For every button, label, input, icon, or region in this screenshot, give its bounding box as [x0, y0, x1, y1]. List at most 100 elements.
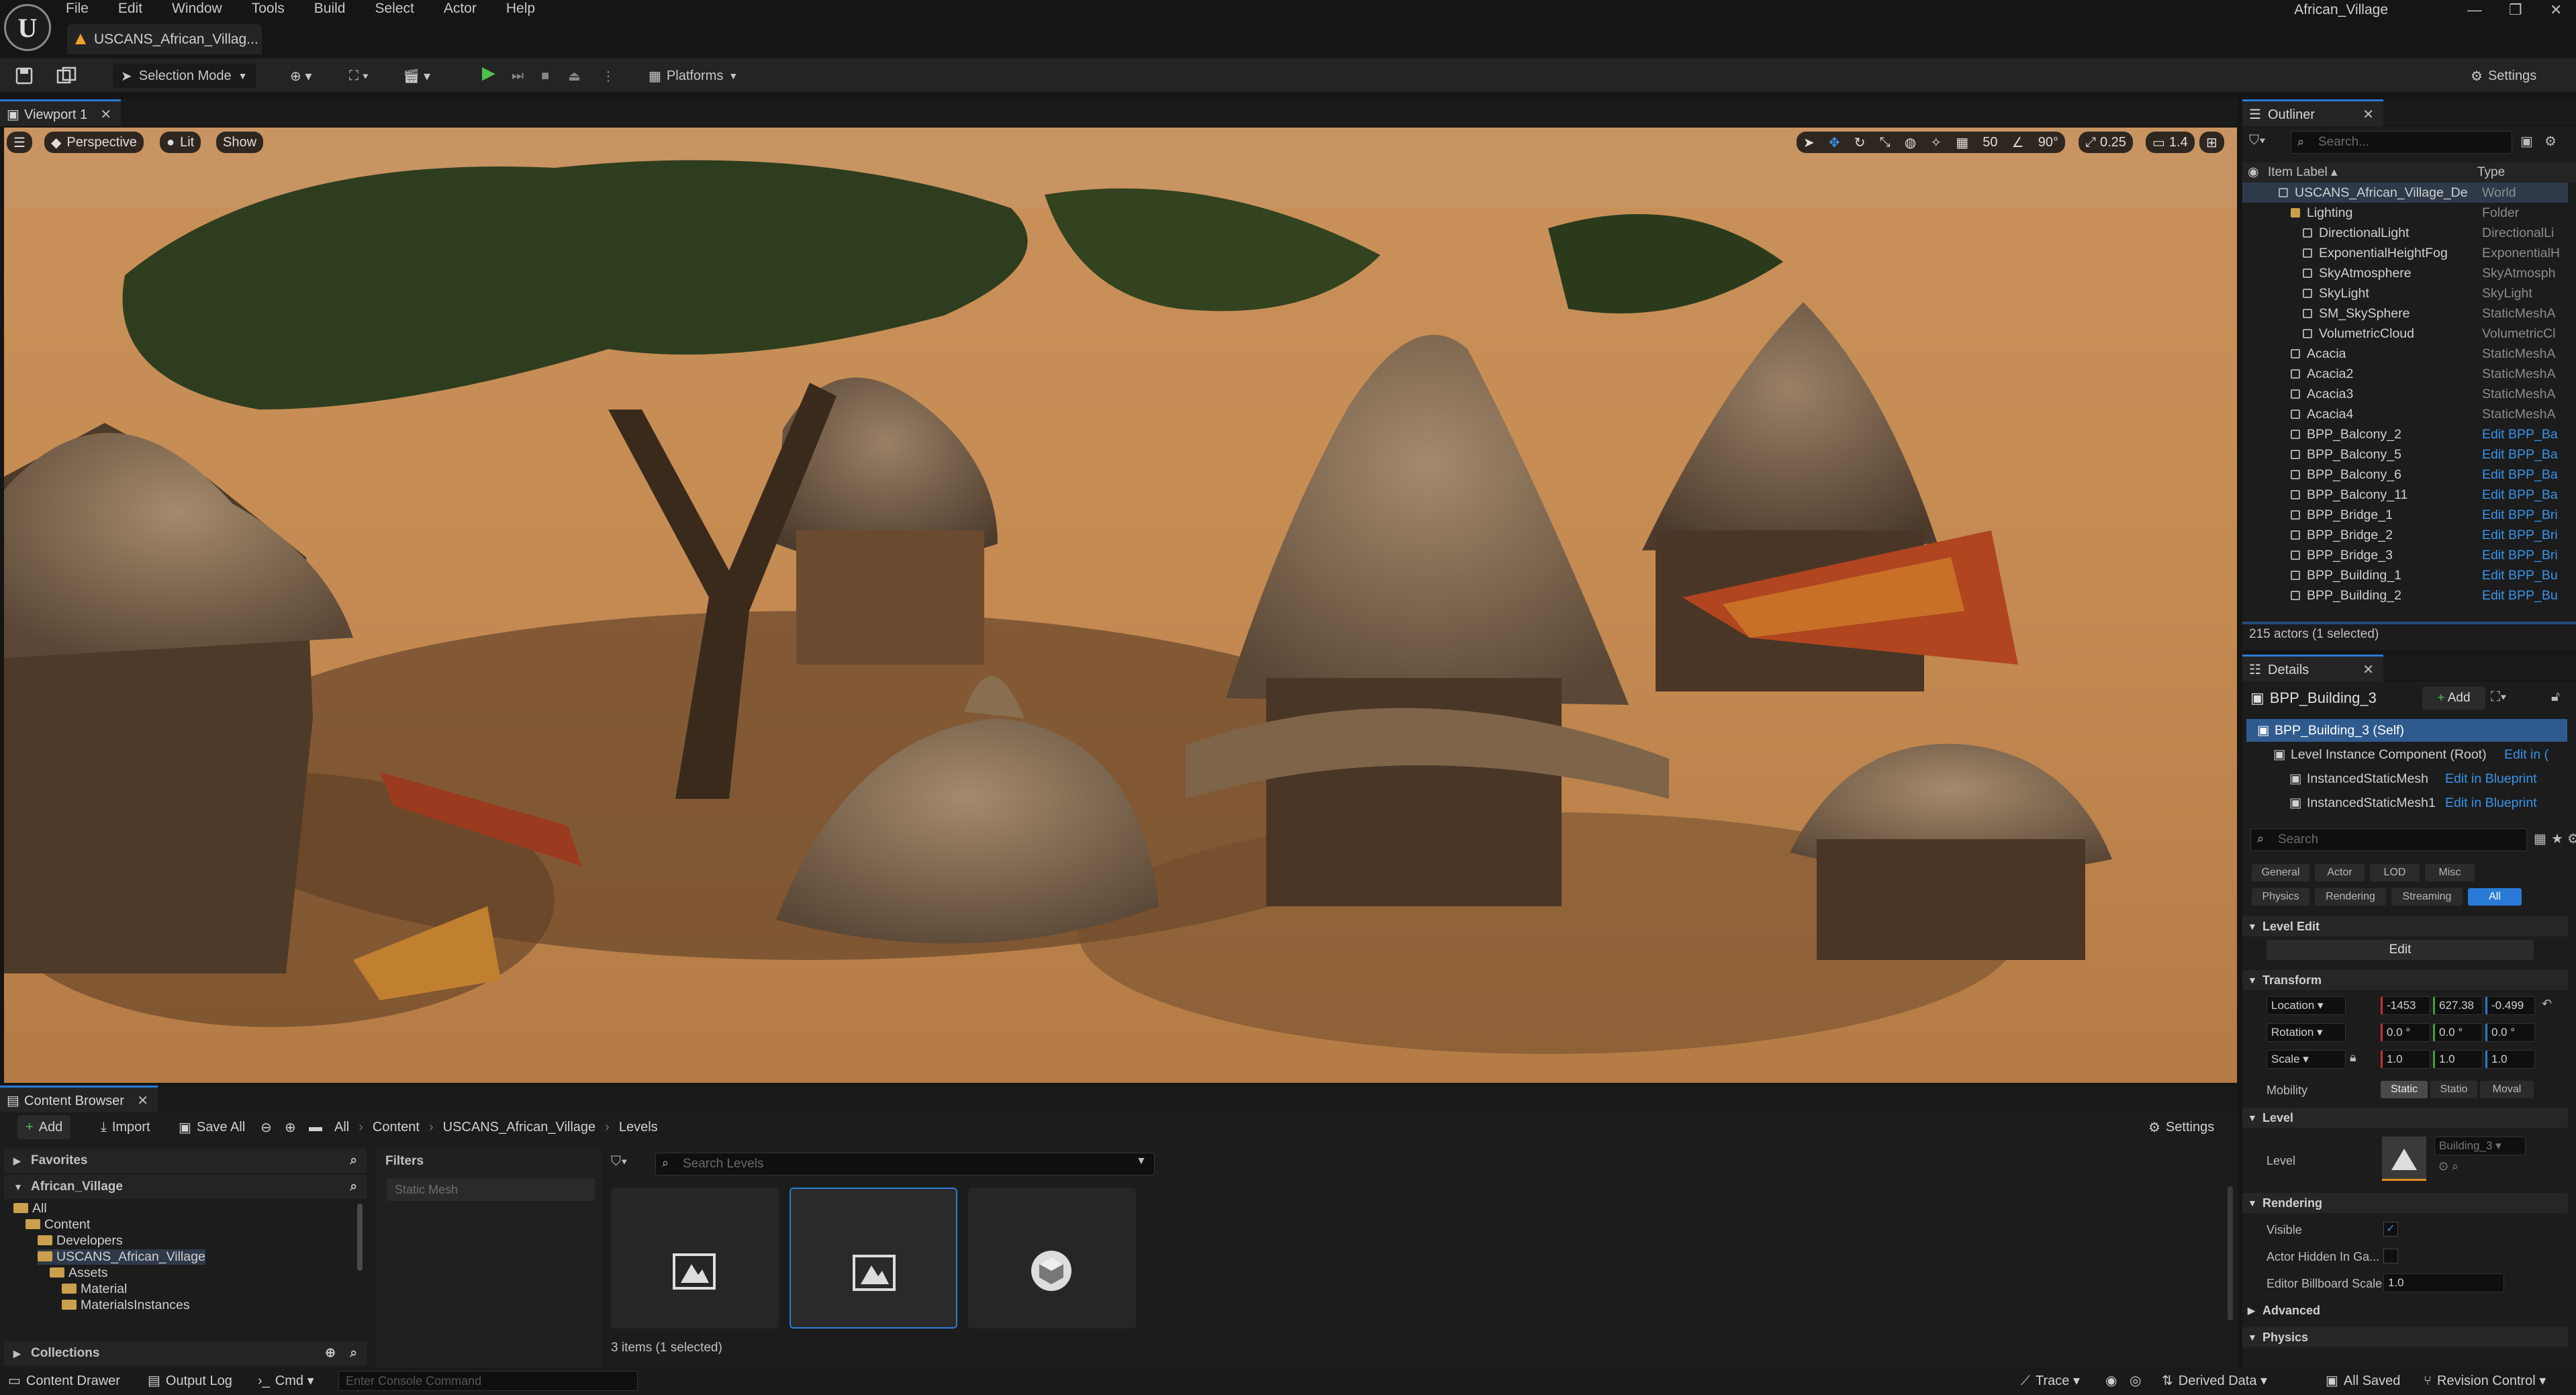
menu-edit[interactable]: Edit	[118, 1, 142, 17]
star-icon[interactable]: ★	[2551, 830, 2563, 847]
data-asset-tile[interactable]	[968, 1188, 1136, 1329]
more-options-icon[interactable]: ⋮	[602, 64, 615, 88]
tree-scrollbar[interactable]	[357, 1204, 363, 1271]
details-search-input[interactable]: Search	[2250, 828, 2527, 851]
actor-hidden-checkbox[interactable]	[2383, 1249, 2398, 1263]
close-icon[interactable]: ✕	[100, 101, 111, 128]
scale-icon[interactable]: ⤡	[1880, 135, 1891, 150]
component-row[interactable]: ▣ InstancedStaticMesh1 Edit in Blueprint	[2246, 791, 2567, 814]
outliner-search-input[interactable]: Search...	[2291, 131, 2512, 154]
filter-streaming[interactable]: Streaming	[2391, 888, 2463, 906]
breadcrumb-all[interactable]: All	[334, 1120, 349, 1135]
filter-actor[interactable]: Actor	[2315, 864, 2365, 881]
cinematics-icon[interactable]: 🎬︎ ▾	[403, 64, 430, 88]
grid-icon[interactable]: ▦	[1956, 134, 1968, 151]
outliner-row[interactable]: Acacia4 StaticMeshA	[2242, 404, 2568, 424]
outliner-row[interactable]: BPP_Building_2 Edit BPP_Bu	[2242, 585, 2568, 606]
menu-actor[interactable]: Actor	[444, 1, 477, 17]
filter-all[interactable]: All	[2468, 888, 2522, 906]
folder-tree-item[interactable]: All	[13, 1201, 47, 1216]
close-window-icon[interactable]: ✕	[2550, 1, 2562, 19]
edit-blueprint-link[interactable]: Edit BPP_Ba	[2482, 465, 2558, 485]
record-icon[interactable]: ◉	[2105, 1367, 2117, 1395]
revision-control-button[interactable]: ⑂ Revision Control ▾	[2424, 1367, 2546, 1395]
rotation-x-field[interactable]: 0.0 °	[2381, 1023, 2430, 1042]
close-icon[interactable]: ✕	[2363, 657, 2374, 683]
add-folder-icon[interactable]: ▣	[2520, 133, 2533, 150]
history-forward-icon[interactable]: ⊕	[285, 1112, 296, 1142]
camera-capture-icon[interactable]: ◎	[2130, 1367, 2141, 1395]
edit-in-blueprint-link[interactable]: Edit in Blueprint	[2445, 767, 2537, 790]
breadcrumb-levels[interactable]: Levels	[619, 1120, 658, 1135]
folder-tree-item[interactable]: Developers	[38, 1233, 123, 1249]
mobility-movable[interactable]: Moval	[2480, 1081, 2534, 1098]
perspective-dropdown[interactable]: ◆ Perspective	[44, 132, 144, 153]
select-icon[interactable]: ➤	[1803, 134, 1815, 151]
output-log-button[interactable]: ▤ Output Log	[148, 1367, 232, 1395]
outliner-row[interactable]: BPP_Balcony_6 Edit BPP_Ba	[2242, 465, 2568, 485]
level-asset-tile[interactable]	[611, 1188, 779, 1329]
outliner-row[interactable]: BPP_Balcony_2 Edit BPP_Ba	[2242, 424, 2568, 444]
content-icon[interactable]	[56, 64, 77, 88]
level-document-tab[interactable]: USCANS_African_Villag...	[67, 24, 262, 54]
edit-blueprint-link[interactable]: Edit BPP_Bu	[2482, 565, 2558, 585]
location-dropdown[interactable]: Location ▾	[2267, 996, 2346, 1015]
outliner-row[interactable]: Lighting Folder	[2242, 203, 2568, 223]
scale-y-field[interactable]: 1.0	[2433, 1050, 2483, 1069]
history-back-icon[interactable]: ⊖	[260, 1112, 272, 1142]
section-rendering[interactable]: ▼ Rendering	[2242, 1193, 2568, 1213]
blueprint-icon[interactable]: ⛶ ▾	[349, 64, 369, 88]
section-advanced[interactable]: ▶ Advanced	[2242, 1300, 2568, 1320]
unreal-logo-icon[interactable]: U	[4, 4, 51, 51]
level-viewport[interactable]: ☰ ◆ Perspective ● Lit Show ➤ ✥ ↻ ⤡ ◍ ✧ ▦…	[4, 128, 2237, 1083]
edit-blueprint-link[interactable]: Edit BPP_Ba	[2482, 444, 2558, 465]
outliner-tab[interactable]: ☰ Outliner ✕	[2242, 99, 2383, 126]
outliner-row[interactable]: SkyAtmosphere SkyAtmosph	[2242, 263, 2568, 283]
outliner-row[interactable]: BPP_Balcony_11 Edit BPP_Ba	[2242, 485, 2568, 505]
filter-general[interactable]: General	[2252, 864, 2309, 881]
collections-header[interactable]: ▶ Collections ⊕ ⌕	[4, 1341, 367, 1365]
reset-icon[interactable]: ↶	[2542, 997, 2552, 1011]
edit-blueprint-link[interactable]: Edit BPP_Ba	[2482, 424, 2558, 444]
favorites-header[interactable]: ▶ Favorites ⌕	[4, 1149, 367, 1173]
platforms-dropdown[interactable]: ▦ Platforms ▼	[649, 64, 738, 88]
play-icon[interactable]: ▶	[482, 62, 499, 83]
folder-tree-item[interactable]: Assets	[50, 1265, 108, 1281]
show-dropdown[interactable]: Show	[216, 132, 264, 153]
component-row[interactable]: ▣ InstancedStaticMesh Edit in Blueprint	[2246, 767, 2567, 790]
close-icon[interactable]: ✕	[137, 1088, 148, 1114]
breadcrumb-uscans[interactable]: USCANS_African_Village	[443, 1120, 596, 1135]
folder-tree-item[interactable]: Material	[62, 1282, 127, 1297]
lit-dropdown[interactable]: ● Lit	[160, 132, 201, 153]
gear-icon[interactable]: ⚙	[2544, 133, 2557, 150]
angle-icon[interactable]: ∠	[2012, 134, 2024, 151]
edit-level-button[interactable]: Edit	[2267, 940, 2534, 960]
outliner-row[interactable]: BPP_Building_1 Edit BPP_Bu	[2242, 565, 2568, 585]
lock-icon[interactable]: 🔒︎	[2350, 1051, 2356, 1065]
blueprint-options-icon[interactable]: ⛶▾	[2491, 689, 2507, 705]
search-icon[interactable]: ⌕	[350, 1341, 357, 1365]
trace-dropdown[interactable]: ⟋ Trace ▾	[2021, 1367, 2080, 1395]
outliner-row[interactable]: BPP_Bridge_3 Edit BPP_Bri	[2242, 545, 2568, 565]
level-asset-dropdown[interactable]: Building_3 ▾	[2434, 1137, 2526, 1155]
outliner-row[interactable]: VolumetricCloud VolumetricCl	[2242, 324, 2568, 344]
component-row[interactable]: ▣ BPP_Building_3 (Self)	[2246, 719, 2567, 742]
surface-snap-icon[interactable]: ✧	[1930, 134, 1942, 151]
menu-file[interactable]: File	[66, 1, 89, 17]
filter-lod[interactable]: LOD	[2370, 864, 2420, 881]
viewport-tab[interactable]: ▣ Viewport 1 ✕	[0, 99, 122, 128]
gear-icon[interactable]: ⚙	[2567, 830, 2576, 847]
folder-tree-item[interactable]: USCANS_African_Village	[38, 1249, 205, 1265]
component-row[interactable]: ▣ Level Instance Component (Root) Edit in …	[2246, 743, 2567, 766]
stop-icon[interactable]: ■	[541, 64, 549, 88]
billboard-scale-field[interactable]: 1.0	[2383, 1273, 2504, 1292]
menu-help[interactable]: Help	[506, 1, 535, 17]
rotation-dropdown[interactable]: Rotation ▾	[2267, 1023, 2346, 1042]
camera-speed[interactable]: ▭ 1.4	[2146, 132, 2195, 153]
visible-checkbox[interactable]: ✓	[2383, 1222, 2398, 1237]
col-item-label[interactable]: Item Label ▴	[2268, 162, 2338, 183]
minimize-icon[interactable]: —	[2467, 1, 2482, 19]
edit-in-blueprint-link[interactable]: Edit in Blueprint	[2445, 791, 2537, 814]
outliner-row[interactable]: Acacia StaticMeshA	[2242, 344, 2568, 364]
close-icon[interactable]: ✕	[2363, 101, 2374, 128]
